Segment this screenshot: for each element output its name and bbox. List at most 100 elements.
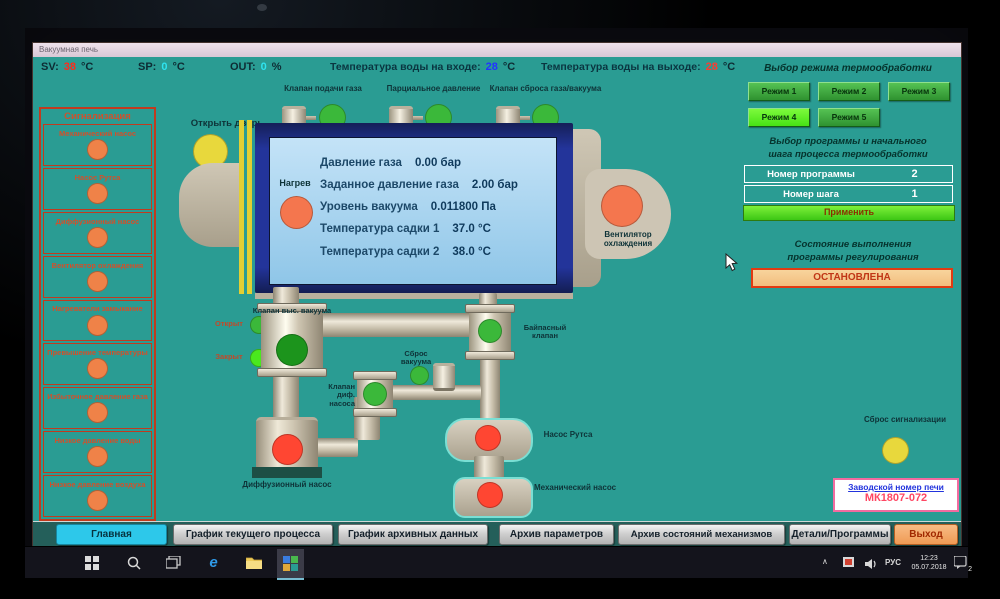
tab-exit[interactable]: Выход bbox=[894, 524, 958, 545]
tray-chevron-icon[interactable]: ∧ bbox=[822, 557, 828, 566]
roots-pump-lamp bbox=[475, 425, 501, 451]
out-label: OUT: bbox=[230, 61, 256, 73]
diff-pump-valve-label: Клапан диф. насоса bbox=[315, 383, 355, 408]
out-value: 0 bbox=[261, 61, 267, 73]
hmi-client-area: SV:38°C SP:0°C OUT:0% Температура воды н… bbox=[33, 57, 961, 521]
tab-main[interactable]: Главная bbox=[56, 524, 167, 545]
gas-supply-valve-label: Клапан подачи газа bbox=[273, 85, 373, 94]
reading-value: 2.00 бар bbox=[472, 179, 518, 191]
mode-button-5[interactable]: Режим 5 bbox=[818, 108, 880, 127]
taskbar-clock[interactable]: 12:23 05.07.2018 bbox=[908, 555, 950, 573]
cooling-fan-label: Вентилятор охлаждения bbox=[583, 231, 673, 249]
apply-button[interactable]: Применить bbox=[743, 205, 955, 221]
cooling-fan-lamp bbox=[601, 185, 643, 227]
task-view-icon[interactable] bbox=[165, 554, 182, 571]
tab-current-process-graph[interactable]: График текущего процесса bbox=[173, 524, 333, 545]
notifications-icon[interactable]: 2 bbox=[952, 554, 969, 571]
desktop: Вакуумная печь SV:38°C SP:0°C OUT:0% Тем… bbox=[25, 28, 968, 577]
hmi-window: Вакуумная печь SV:38°C SP:0°C OUT:0% Тем… bbox=[32, 42, 962, 547]
sv-unit: °C bbox=[81, 61, 93, 73]
webcam-dot bbox=[257, 4, 267, 11]
valve-stem bbox=[520, 116, 530, 120]
alarm-item: Нагреватели замыкание bbox=[43, 300, 152, 342]
program-number-row[interactable]: Номер программы 2 bbox=[744, 165, 953, 183]
state-title-line2: программы регулирования bbox=[733, 252, 961, 263]
mode-button-1[interactable]: Режим 1 bbox=[748, 82, 810, 101]
start-button[interactable] bbox=[83, 554, 100, 571]
water-out-value: 28 bbox=[706, 61, 718, 73]
chamber-base bbox=[255, 293, 573, 299]
mode-button-4[interactable]: Режим 4 bbox=[748, 108, 810, 127]
sv-readout: SV:38°C bbox=[41, 61, 93, 77]
mode-button-2[interactable]: Режим 2 bbox=[818, 82, 880, 101]
edge-browser-icon[interactable]: e bbox=[205, 554, 222, 571]
alarm-item-label: Низкое давление воды bbox=[51, 437, 143, 445]
hmi-app-icon bbox=[283, 556, 298, 571]
reading-gas-pressure: Давление газа0.00 бар bbox=[320, 157, 461, 169]
vacuum-release-valve-icon bbox=[433, 363, 455, 391]
tab-archive-graph[interactable]: График архивных данных bbox=[338, 524, 488, 545]
alarm-lamp bbox=[87, 490, 108, 511]
alarm-item-label: Низкое давление воздуха bbox=[46, 481, 148, 489]
alarm-item-label: Насос Рутса bbox=[72, 174, 124, 182]
water-in-readout: Температура воды на входе:28°C bbox=[330, 61, 515, 77]
water-in-value: 28 bbox=[486, 61, 498, 73]
search-icon[interactable] bbox=[125, 554, 142, 571]
reading-label: Заданное давление газа bbox=[320, 179, 459, 191]
program-state-box: ОСТАНОВЛЕНА bbox=[751, 268, 953, 288]
tab-parameter-archive[interactable]: Архив параметров bbox=[499, 524, 614, 545]
alarm-item: Избыточное давление газа bbox=[43, 387, 152, 429]
mechanical-pump-label: Механический насос bbox=[533, 484, 617, 493]
step-number-row[interactable]: Номер шага 1 bbox=[744, 185, 953, 203]
program-title-line2: шага процесса термообработки bbox=[718, 149, 961, 160]
reading-label: Уровень вакуума bbox=[320, 201, 418, 213]
door-stripe bbox=[239, 120, 244, 294]
program-title-line1: Выбор программы и начального bbox=[718, 136, 961, 147]
alarm-panel: Сигнализация Механический насос Насос Ру… bbox=[39, 107, 156, 521]
reading-label: Температура садки 2 bbox=[320, 246, 439, 258]
language-indicator[interactable]: РУС bbox=[885, 558, 901, 567]
roots-pump-label: Насос Рутса bbox=[532, 431, 604, 440]
sp-label: SP: bbox=[138, 61, 156, 73]
alarm-item-label: Превышение температуры bbox=[44, 349, 151, 357]
pipe bbox=[273, 375, 299, 421]
alarm-item: Низкое давление воздуха bbox=[43, 475, 152, 517]
door-stripe bbox=[247, 120, 252, 294]
alarm-item: Низкое давление воды bbox=[43, 431, 152, 473]
pipe bbox=[480, 357, 500, 419]
tab-mechanism-state-archive[interactable]: Архив состояний механизмов bbox=[618, 524, 785, 545]
bypass-valve-label: Байпасный клапан bbox=[514, 324, 576, 341]
sv-value: 38 bbox=[64, 61, 76, 73]
valve-stem bbox=[306, 116, 316, 120]
diffusion-pump-label: Диффузионный насос bbox=[241, 481, 333, 490]
alarm-lamp bbox=[87, 227, 108, 248]
hi-vac-valve-label: Клапан выс. вакуума bbox=[248, 307, 336, 315]
heating-label: Нагрев bbox=[273, 178, 317, 188]
alarm-reset-label: Сброс сигнализации bbox=[855, 416, 955, 425]
alarm-reset-button[interactable] bbox=[882, 437, 909, 464]
mode-button-3[interactable]: Режим 3 bbox=[888, 82, 950, 101]
volume-icon[interactable] bbox=[863, 555, 880, 572]
water-out-label: Температура воды на выходе: bbox=[541, 61, 701, 73]
gas-release-valve-label: Клапан сброса газа/вакуума bbox=[488, 85, 603, 94]
window-titlebar[interactable]: Вакуумная печь bbox=[33, 43, 961, 57]
tab-parts-programs[interactable]: Детали/Программы bbox=[789, 524, 891, 545]
out-unit: % bbox=[272, 61, 282, 73]
alarm-lamp bbox=[87, 446, 108, 467]
alarm-item: Превышение температуры bbox=[43, 343, 152, 385]
active-app-button[interactable] bbox=[277, 549, 304, 580]
windows-taskbar: e ∧ РУС 12:23 05.07.2018 2 bbox=[25, 546, 968, 578]
file-explorer-icon[interactable] bbox=[245, 554, 262, 571]
alarm-lamp bbox=[87, 315, 108, 336]
legend-open-label: Открыт bbox=[211, 320, 247, 328]
window-title: Вакуумная печь bbox=[39, 45, 98, 54]
clock-time: 12:23 bbox=[908, 555, 950, 564]
mode-panel-title: Выбор режима термообработки bbox=[723, 63, 961, 74]
out-readout: OUT: 0% bbox=[230, 61, 282, 77]
partial-pressure-label: Парциальное давление bbox=[381, 85, 486, 94]
tray-app-icon[interactable] bbox=[843, 557, 854, 567]
alarm-item-label: Механический насос bbox=[56, 130, 139, 138]
legend-closed-label: Закрыт bbox=[211, 353, 247, 361]
reading-label: Давление газа bbox=[320, 157, 402, 169]
serial-plate: Заводской номер печи МК1807-072 bbox=[833, 478, 959, 512]
